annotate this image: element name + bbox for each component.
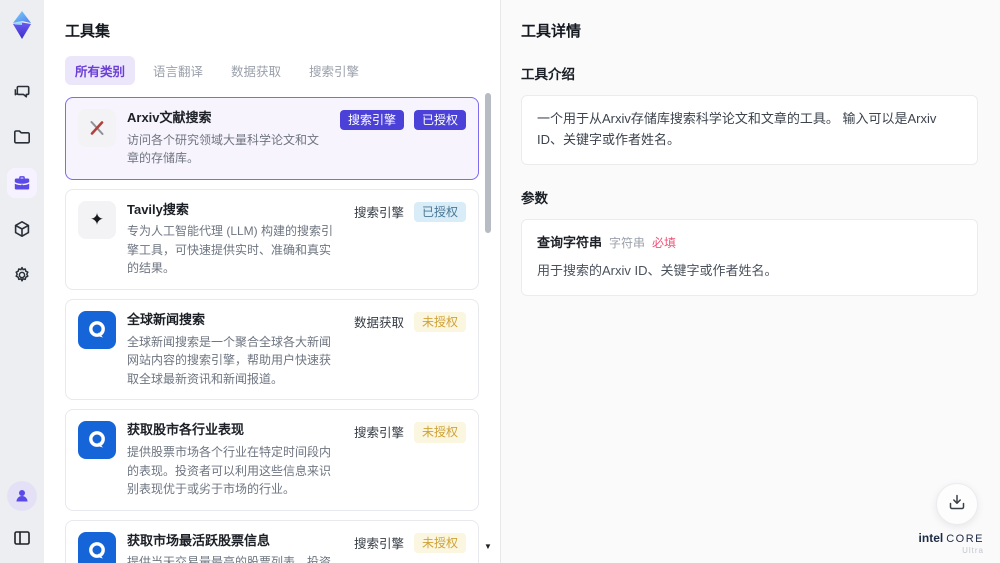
app-logo (5, 8, 39, 42)
briefcase-icon (12, 173, 32, 193)
tab-category-3[interactable]: 搜索引擎 (299, 56, 369, 85)
category-badge: 搜索引擎 (339, 110, 404, 131)
category-label: 搜索引擎 (353, 536, 404, 551)
tool-card-meta: 搜索引擎 未授权 (354, 421, 466, 498)
q-news-icon (78, 531, 116, 563)
core-wordmark: CORE (946, 533, 984, 545)
chat-icon (12, 81, 32, 101)
list-scrollbar[interactable]: ▼ (484, 90, 492, 551)
tool-description: 全球新闻搜索是一个聚合全球各大新闻网站内容的搜索引擎，帮助用户快速获取全球最新资… (127, 334, 332, 386)
params-box: 查询字符串 字符串 必填用于搜索的Arxiv ID、关键字或作者姓名。 (521, 218, 978, 297)
tool-name: 获取市场最活跃股票信息 (127, 532, 271, 548)
tool-card[interactable]: Arxiv文献搜索访问各个研究领域大量科学论文和文章的存储库。 搜索引擎 已授权 (65, 97, 479, 180)
parameter-required-flag: 必填 (652, 235, 677, 250)
tool-card-body: Tavily搜索专为人工智能代理 (LLM) 构建的搜索引擎工具，可快速提供实时… (127, 201, 337, 278)
sidebar-item-panel[interactable] (7, 523, 37, 553)
tab-category-1[interactable]: 语言翻译 (143, 56, 213, 85)
ultra-wordmark: Ultra (962, 546, 984, 555)
authorization-status-badge: 已授权 (413, 201, 466, 223)
authorization-status-badge: 已授权 (413, 110, 466, 131)
tool-description: 提供股票市场各个行业在特定时间段内的表现。投资者可以利用这些信息来识别表现优于或… (127, 444, 332, 497)
tool-card-meta: 搜索引擎 未授权 (354, 532, 466, 563)
user-icon (13, 487, 31, 505)
params-section-title: 参数 (521, 190, 548, 206)
authorization-status-badge: 未授权 (413, 422, 466, 443)
tool-name: Tavily搜索 (127, 201, 189, 217)
tool-card-body: 获取市场最活跃股票信息提供当天交易量最高的股票列表，投资者可以利用这些信息来识别… (127, 532, 337, 563)
page-title: 工具集 (65, 23, 111, 40)
tool-card-body: 获取股市各行业表现提供股票市场各个行业在特定时间段内的表现。投资者可以利用这些信… (127, 421, 337, 498)
category-label: 数据获取 (353, 316, 404, 331)
tool-name: Arxiv文献搜索 (127, 110, 212, 125)
category-label: 搜索引擎 (353, 426, 404, 441)
intel-wordmark: intel (918, 531, 944, 545)
sidebar-item-settings[interactable] (7, 260, 37, 290)
q-news-icon (78, 311, 116, 350)
tool-card-meta: 搜索引擎 已授权 (339, 109, 466, 168)
tool-cards: Arxiv文献搜索 访问各个研究领域大量科学论文和文章的存储库。 搜索引擎 已授权 ✦ T… (65, 97, 479, 563)
sidebar-item-user[interactable] (7, 481, 37, 511)
tool-card[interactable]: 获取市场最活跃股票信息提供当天交易量最高的股票列表，投资者可以利用这些信息来识别… (65, 519, 479, 563)
tool-card[interactable]: 全球新闻搜索全球新闻搜索是一个聚合全球各大新闻网站内容的搜索引擎，帮助用户快速获… (65, 299, 479, 401)
tab-category-0[interactable]: 所有类别 (65, 56, 136, 85)
scrollbar-down-arrow[interactable]: ▼ (484, 543, 492, 551)
q-news-icon (78, 421, 116, 460)
tool-name: 全球新闻搜索 (127, 312, 206, 328)
tool-card[interactable]: 获取股市各行业表现提供股票市场各个行业在特定时间段内的表现。投资者可以利用这些信… (65, 409, 479, 511)
tool-card-meta: 搜索引擎 已授权 (354, 201, 466, 278)
tool-intro-box: 一个用于从Arxiv存储库搜索科学论文和文章的工具。 输入可以是Arxiv ID… (521, 95, 978, 165)
tool-description: 访问各个研究领域大量科学论文和文章的存储库。 (127, 132, 320, 166)
tool-card-meta: 数据获取 未授权 (354, 311, 466, 388)
tool-detail-panel: 工具详情 工具介绍 一个用于从Arxiv存储库搜索科学论文和文章的工具。 输入可… (500, 0, 1000, 563)
parameter-type: 字符串 (609, 235, 646, 250)
download-icon (948, 493, 966, 516)
sidebar-item-toolbox[interactable] (7, 168, 37, 198)
tool-list-panel: 工具集 所有类别 语言翻译 数据获取 搜索引擎 Arxiv文献搜索 访问各个研究领域大量… (44, 0, 500, 563)
sidebar-item-package[interactable] (7, 214, 37, 244)
download-button[interactable] (936, 483, 978, 525)
intro-section-title: 工具介绍 (521, 67, 575, 82)
folder-icon (12, 127, 32, 147)
app-window: 工具集 所有类别 语言翻译 数据获取 搜索引擎 Arxiv文献搜索 访问各个研究领域大量… (0, 0, 1000, 563)
category-tabs: 所有类别 语言翻译 数据获取 搜索引擎 (65, 56, 500, 85)
sidebar-bottom (7, 481, 37, 553)
tab-category-2[interactable]: 数据获取 (221, 56, 291, 85)
sidebar-nav (7, 76, 37, 290)
tool-card-body: 全球新闻搜索全球新闻搜索是一个聚合全球各大新闻网站内容的搜索引擎，帮助用户快速获… (127, 311, 337, 388)
tool-name: 获取股市各行业表现 (127, 422, 245, 438)
parameter-item: 查询字符串 字符串 必填用于搜索的Arxiv ID、关键字或作者姓名。 (537, 233, 962, 283)
tool-card[interactable]: ✦ Tavily搜索专为人工智能代理 (LLM) 构建的搜索引擎工具，可快速提供实… (65, 188, 479, 291)
authorization-status-badge: 未授权 (413, 312, 466, 333)
tool-description: 提供当天交易量最高的股票列表，投资者可以利用这些信息来识别流动性强的股票和潜在的… (127, 555, 332, 563)
sidebar-item-folder[interactable] (7, 122, 37, 152)
sidebar (0, 0, 44, 563)
parameter-description: 用于搜索的Arxiv ID、关键字或作者姓名。 (537, 263, 778, 279)
panel-toggle-icon (12, 528, 32, 548)
arxiv-icon (78, 109, 116, 147)
tool-description: 专为人工智能代理 (LLM) 构建的搜索引擎工具，可快速提供实时、准确和真实的结… (127, 224, 334, 276)
cube-icon (12, 219, 32, 239)
detail-title: 工具详情 (521, 23, 582, 40)
sidebar-item-chat[interactable] (7, 76, 37, 106)
authorization-status-badge: 未授权 (413, 532, 466, 554)
intel-core-logo: intel CORE Ultra (919, 531, 984, 555)
parameter-name: 查询字符串 (537, 234, 603, 250)
gear-icon (12, 265, 32, 285)
star-icon: ✦ (78, 200, 116, 239)
category-label: 搜索引擎 (353, 205, 404, 220)
tool-card-body: Arxiv文献搜索访问各个研究领域大量科学论文和文章的存储库。 (127, 109, 323, 168)
scrollbar-thumb[interactable] (485, 93, 491, 233)
